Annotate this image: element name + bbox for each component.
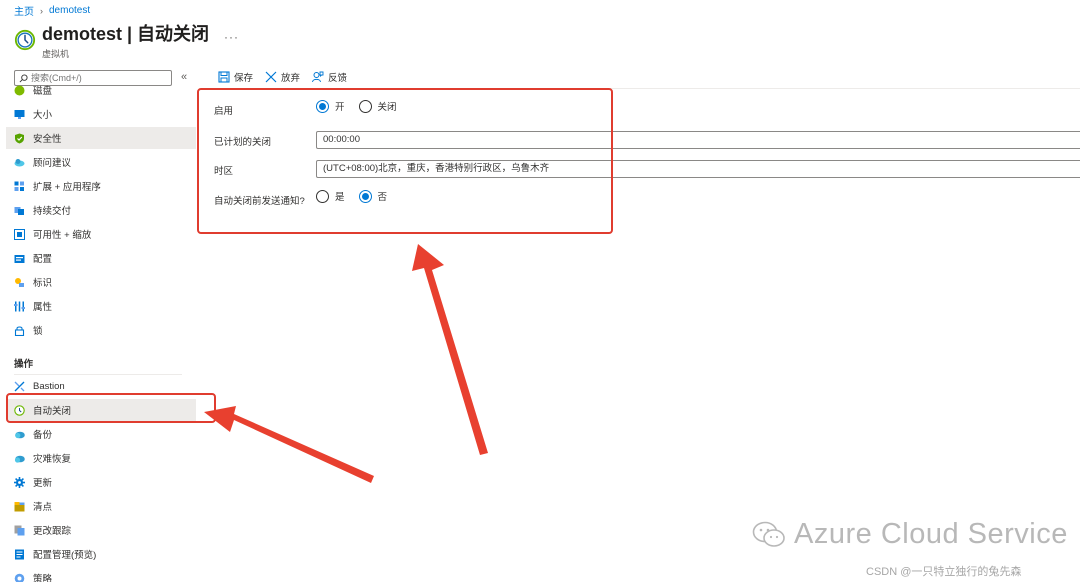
wechat-icon (752, 521, 785, 547)
annotation-arrows (204, 244, 488, 483)
arrow-to-nav (204, 406, 374, 483)
credit-text: CSDN @一只特立独行的兔先森 (866, 566, 1022, 578)
watermark: Azure Cloud Service (752, 518, 1068, 551)
arrow-to-form (412, 244, 488, 455)
watermark-text: Azure Cloud Service (794, 518, 1068, 550)
